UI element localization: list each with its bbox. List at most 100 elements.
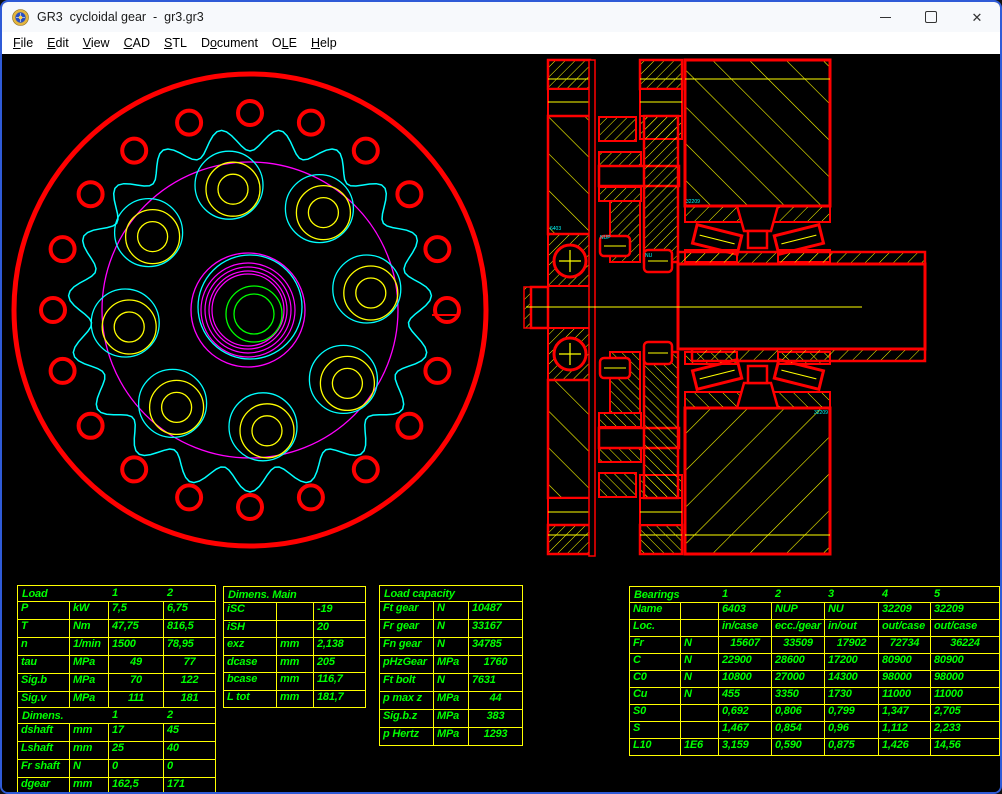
column-header: 1 <box>112 708 118 723</box>
cycloid-disc-section <box>644 116 678 262</box>
menu-item-help[interactable]: Help <box>304 34 344 52</box>
table-cell: 3350 <box>771 688 824 704</box>
close-button[interactable]: ✕ <box>954 2 1000 32</box>
table-cell: MPa <box>69 656 108 673</box>
minimize-button[interactable] <box>862 2 908 32</box>
table-cell: 80900 <box>878 654 930 670</box>
table-cell: 70 <box>108 674 163 691</box>
menu-item-label: L <box>282 36 289 50</box>
table-cell: p Hertz <box>380 728 433 745</box>
table-cell: 0,854 <box>771 722 824 738</box>
table-cell: mm <box>276 691 313 708</box>
table-cell: Cu <box>630 688 680 704</box>
table-cell: pHzGear <box>380 656 433 673</box>
table-cell: -19 <box>313 603 365 620</box>
title-bar: GR3 cycloidal gear - gr3.gr3 ✕ <box>2 2 1000 32</box>
table-cell: 10800 <box>718 671 771 687</box>
pin-circle <box>397 182 421 206</box>
table-cell: Fr gear <box>380 620 433 637</box>
gearbox-section-view[interactable]: 6403 NUP NU 32209 32209 <box>522 54 1002 559</box>
table-cell: 1,347 <box>878 705 930 721</box>
table-cell: Nm <box>69 620 108 637</box>
menu-item-label: C <box>124 36 133 50</box>
table-cell <box>680 603 718 619</box>
table-cell: N <box>433 602 468 619</box>
menu-item-edit[interactable]: Edit <box>40 34 76 52</box>
table-cell: 181,7 <box>313 691 365 708</box>
table-cell: 11000 <box>930 688 999 704</box>
roller-outer <box>206 162 260 216</box>
column-header: 1 <box>112 586 118 601</box>
table-cell: 36224 <box>930 637 999 653</box>
roller-bolt <box>356 278 386 308</box>
table-row: TNm47,75816,5 <box>18 619 215 637</box>
table-cell: 383 <box>468 710 522 727</box>
table-row: exzmm2,138 <box>224 637 365 655</box>
menu-item-ole[interactable]: OLE <box>265 34 304 52</box>
table-cell: 2,233 <box>930 722 999 738</box>
table-row: Lshaftmm2540 <box>18 741 215 759</box>
table-cell: 72734 <box>878 637 930 653</box>
menu-bar: FileEditViewCADSTLDocumentOLEHelp <box>2 32 1000 54</box>
table-cell: 17 <box>108 724 163 741</box>
menu-item-label: iew <box>91 36 110 50</box>
table-cell: 14,56 <box>930 739 999 755</box>
bearing-label: 32209 <box>814 410 828 416</box>
table-row: Fr shaftN00 <box>18 759 215 777</box>
menu-item-label: O <box>272 36 282 50</box>
table-cell: 32209 <box>878 603 930 619</box>
table-cell: Fr shaft <box>18 760 69 777</box>
table-cell: 45 <box>163 724 215 741</box>
column-header: 4 <box>882 587 888 602</box>
menu-item-view[interactable]: View <box>76 34 117 52</box>
menu-item-label: E <box>289 36 297 50</box>
table-cell: Loc. <box>630 620 680 636</box>
center-hub-rings <box>191 253 305 367</box>
bearing-label: 32209 <box>686 199 700 205</box>
table-cell: 116,7 <box>313 673 365 690</box>
maximize-button[interactable] <box>908 2 954 32</box>
table-cell: 11000 <box>878 688 930 704</box>
table-cell: L10 <box>630 739 680 755</box>
table-cell: 0,96 <box>824 722 878 738</box>
disc-hole <box>91 289 159 357</box>
table-row: pHzGearMPa1760 <box>380 655 522 673</box>
table-cell: NUP <box>771 603 824 619</box>
table-cell: 44 <box>468 692 522 709</box>
column-header: 2 <box>167 708 173 723</box>
table-row: Loc.in/caseecc./gearin/outout/caseout/ca… <box>630 619 999 636</box>
table-cell: 1760 <box>468 656 522 673</box>
table-row: tauMPa4977 <box>18 655 215 673</box>
maximize-icon <box>925 11 937 23</box>
table-row: dgearmm162,5171 <box>18 777 215 794</box>
pin-circle <box>425 359 449 383</box>
menu-item-cad[interactable]: CAD <box>117 34 157 52</box>
table-cell: C <box>630 654 680 670</box>
roller-outer <box>150 380 204 434</box>
pin-circle <box>435 298 459 322</box>
cycloid-gear-front-view[interactable] <box>7 64 497 556</box>
menu-item-stl[interactable]: STL <box>157 34 194 52</box>
menu-item-file[interactable]: File <box>6 34 40 52</box>
table-cell: 33509 <box>771 637 824 653</box>
table-cell: 27000 <box>771 671 824 687</box>
table-header: Load12 <box>18 586 215 601</box>
table-row: Fn gearN34785 <box>380 637 522 655</box>
disc-hole <box>139 369 207 437</box>
table-cell: dshaft <box>18 724 69 741</box>
pin-circle <box>354 457 378 481</box>
menu-item-document[interactable]: Document <box>194 34 265 52</box>
table-cell: 1500 <box>108 638 163 655</box>
table-cell: Ft bolt <box>380 674 433 691</box>
table-row: dshaftmm1745 <box>18 723 215 741</box>
table-cell: N <box>680 637 718 653</box>
table-cell: dcase <box>224 656 276 673</box>
menu-item-label: cument <box>217 36 258 50</box>
table-title: Dimens. <box>18 710 63 722</box>
menu-item-label: F <box>13 36 21 50</box>
table-cell: n <box>18 638 69 655</box>
table-cell: 28600 <box>771 654 824 670</box>
table-cell: mm <box>69 742 108 759</box>
column-header: 3 <box>828 587 834 602</box>
table-cell: 816,5 <box>163 620 215 637</box>
